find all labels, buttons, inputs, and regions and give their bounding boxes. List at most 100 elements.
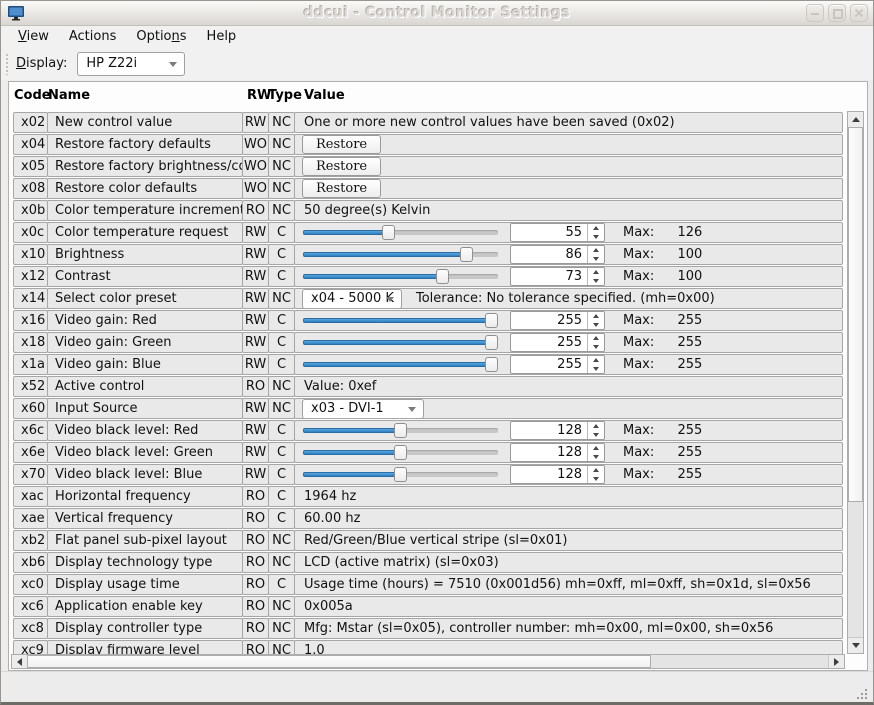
close-button[interactable] xyxy=(850,4,868,22)
table-row-xb2: xb2Flat panel sub-pixel layoutRONCRed/Gr… xyxy=(13,530,846,551)
scroll-down-button[interactable] xyxy=(848,637,863,653)
value-slider[interactable] xyxy=(303,244,498,265)
menu-options[interactable]: Options xyxy=(126,27,196,46)
slider-handle[interactable] xyxy=(485,313,498,328)
cell-code: x16 xyxy=(13,310,48,331)
value-spinbox[interactable]: 255 xyxy=(510,355,605,374)
cell-type: C xyxy=(268,310,295,331)
table-row-x1a: x1aVideo gain: BlueRWC255Max:255 xyxy=(13,354,846,375)
slider-handle[interactable] xyxy=(485,335,498,350)
value-spinbox[interactable]: 55 xyxy=(510,223,605,242)
cell-name: Restore factory brightness/contrast xyxy=(47,156,243,177)
minimize-button[interactable] xyxy=(806,4,824,22)
vertical-scrollbar-thumb[interactable] xyxy=(848,127,863,502)
spinbox-down-button[interactable] xyxy=(588,453,604,462)
max-label: Max: xyxy=(623,357,654,372)
value-slider[interactable] xyxy=(303,222,498,243)
value-combobox[interactable]: x03 - DVI-1 xyxy=(302,399,424,419)
horizontal-scrollbar[interactable] xyxy=(11,654,845,669)
cell-rw: RO xyxy=(242,486,269,507)
cell-value: 255Max:255 xyxy=(294,354,843,375)
vertical-scrollbar[interactable] xyxy=(847,111,864,654)
value-slider[interactable] xyxy=(303,266,498,287)
cell-code: xac xyxy=(13,486,48,507)
spinbox-buttons xyxy=(587,224,604,241)
spinbox-up-button[interactable] xyxy=(588,268,604,277)
scroll-right-button[interactable] xyxy=(828,655,844,668)
spinbox-down-button[interactable] xyxy=(588,475,604,484)
spinbox-up-button[interactable] xyxy=(588,246,604,255)
cell-value: 55Max:126 xyxy=(294,222,843,243)
spinbox-down-button[interactable] xyxy=(588,277,604,286)
toolbar-drag-handle[interactable] xyxy=(5,53,10,75)
slider-handle[interactable] xyxy=(436,269,449,284)
maximize-button[interactable] xyxy=(828,4,846,22)
spinbox-up-button[interactable] xyxy=(588,444,604,453)
spinbox-up-button[interactable] xyxy=(588,466,604,475)
resize-grip[interactable] xyxy=(853,685,867,699)
spinbox-down-button[interactable] xyxy=(588,431,604,440)
monitor-icon xyxy=(7,5,25,21)
value-spinbox[interactable]: 86 xyxy=(510,245,605,264)
arrow-up-icon xyxy=(593,226,599,230)
spinbox-up-button[interactable] xyxy=(588,356,604,365)
value-slider[interactable] xyxy=(303,332,498,353)
restore-button[interactable]: Restore xyxy=(302,135,381,154)
value-slider[interactable] xyxy=(303,442,498,463)
value-slider[interactable] xyxy=(303,420,498,441)
cell-rw: RO xyxy=(242,530,269,551)
menu-actions[interactable]: Actions xyxy=(59,27,127,46)
value-spinbox[interactable]: 128 xyxy=(510,421,605,440)
spinbox-value: 255 xyxy=(511,356,587,373)
restore-button[interactable]: Restore xyxy=(302,179,381,198)
slider-handle[interactable] xyxy=(394,445,407,460)
cell-value: 60.00 hz xyxy=(294,508,843,529)
window-title: ddcui - Control Monitor Settings xyxy=(1,5,873,21)
max-value: 255 xyxy=(654,423,702,438)
cell-code: x0b xyxy=(13,200,48,221)
spinbox-up-button[interactable] xyxy=(588,334,604,343)
value-slider[interactable] xyxy=(303,310,498,331)
cell-rw: RO xyxy=(242,574,269,595)
cell-code: x0c xyxy=(13,222,48,243)
slider-fill xyxy=(303,362,492,367)
slider-handle[interactable] xyxy=(460,247,473,262)
spinbox-up-button[interactable] xyxy=(588,224,604,233)
value-spinbox[interactable]: 255 xyxy=(510,333,605,352)
table-row-x6c: x6cVideo black level: RedRWC128Max:255 xyxy=(13,420,846,441)
value-spinbox[interactable]: 128 xyxy=(510,443,605,462)
spinbox-up-button[interactable] xyxy=(588,422,604,431)
spinbox-value: 255 xyxy=(511,312,587,329)
scroll-left-button[interactable] xyxy=(12,655,28,668)
cell-name: Input Source xyxy=(47,398,243,419)
restore-button[interactable]: Restore xyxy=(302,157,381,176)
value-spinbox[interactable]: 73 xyxy=(510,267,605,286)
value-spinbox[interactable]: 128 xyxy=(510,465,605,484)
scroll-up-button[interactable] xyxy=(848,112,863,128)
value-combobox[interactable]: x04 - 5000 K xyxy=(302,289,402,309)
menu-view[interactable]: View xyxy=(8,27,59,46)
table-row-x05: x05Restore factory brightness/contrastWO… xyxy=(13,156,846,177)
slider-handle[interactable] xyxy=(394,467,407,482)
value-slider[interactable] xyxy=(303,464,498,485)
arrow-up-icon xyxy=(852,117,860,122)
spinbox-down-button[interactable] xyxy=(588,233,604,242)
arrow-up-icon xyxy=(593,314,599,318)
slider-handle[interactable] xyxy=(382,225,395,240)
spinbox-up-button[interactable] xyxy=(588,312,604,321)
slider-handle[interactable] xyxy=(485,357,498,372)
value-text: Mfg: Mstar (sl=0x05), controller number:… xyxy=(295,621,773,636)
cell-value: 50 degree(s) Kelvin xyxy=(294,200,843,221)
spinbox-down-button[interactable] xyxy=(588,365,604,374)
value-text: 60.00 hz xyxy=(295,511,360,526)
value-spinbox[interactable]: 255 xyxy=(510,311,605,330)
menu-help[interactable]: Help xyxy=(197,27,247,46)
spinbox-down-button[interactable] xyxy=(588,321,604,330)
spinbox-down-button[interactable] xyxy=(588,255,604,264)
display-combobox[interactable]: HP Z22i xyxy=(77,52,185,76)
value-slider[interactable] xyxy=(303,354,498,375)
spinbox-down-button[interactable] xyxy=(588,343,604,352)
horizontal-scrollbar-thumb[interactable] xyxy=(27,655,651,668)
slider-handle[interactable] xyxy=(394,423,407,438)
table-row-xc6: xc6Application enable keyRONC0x005a xyxy=(13,596,846,617)
